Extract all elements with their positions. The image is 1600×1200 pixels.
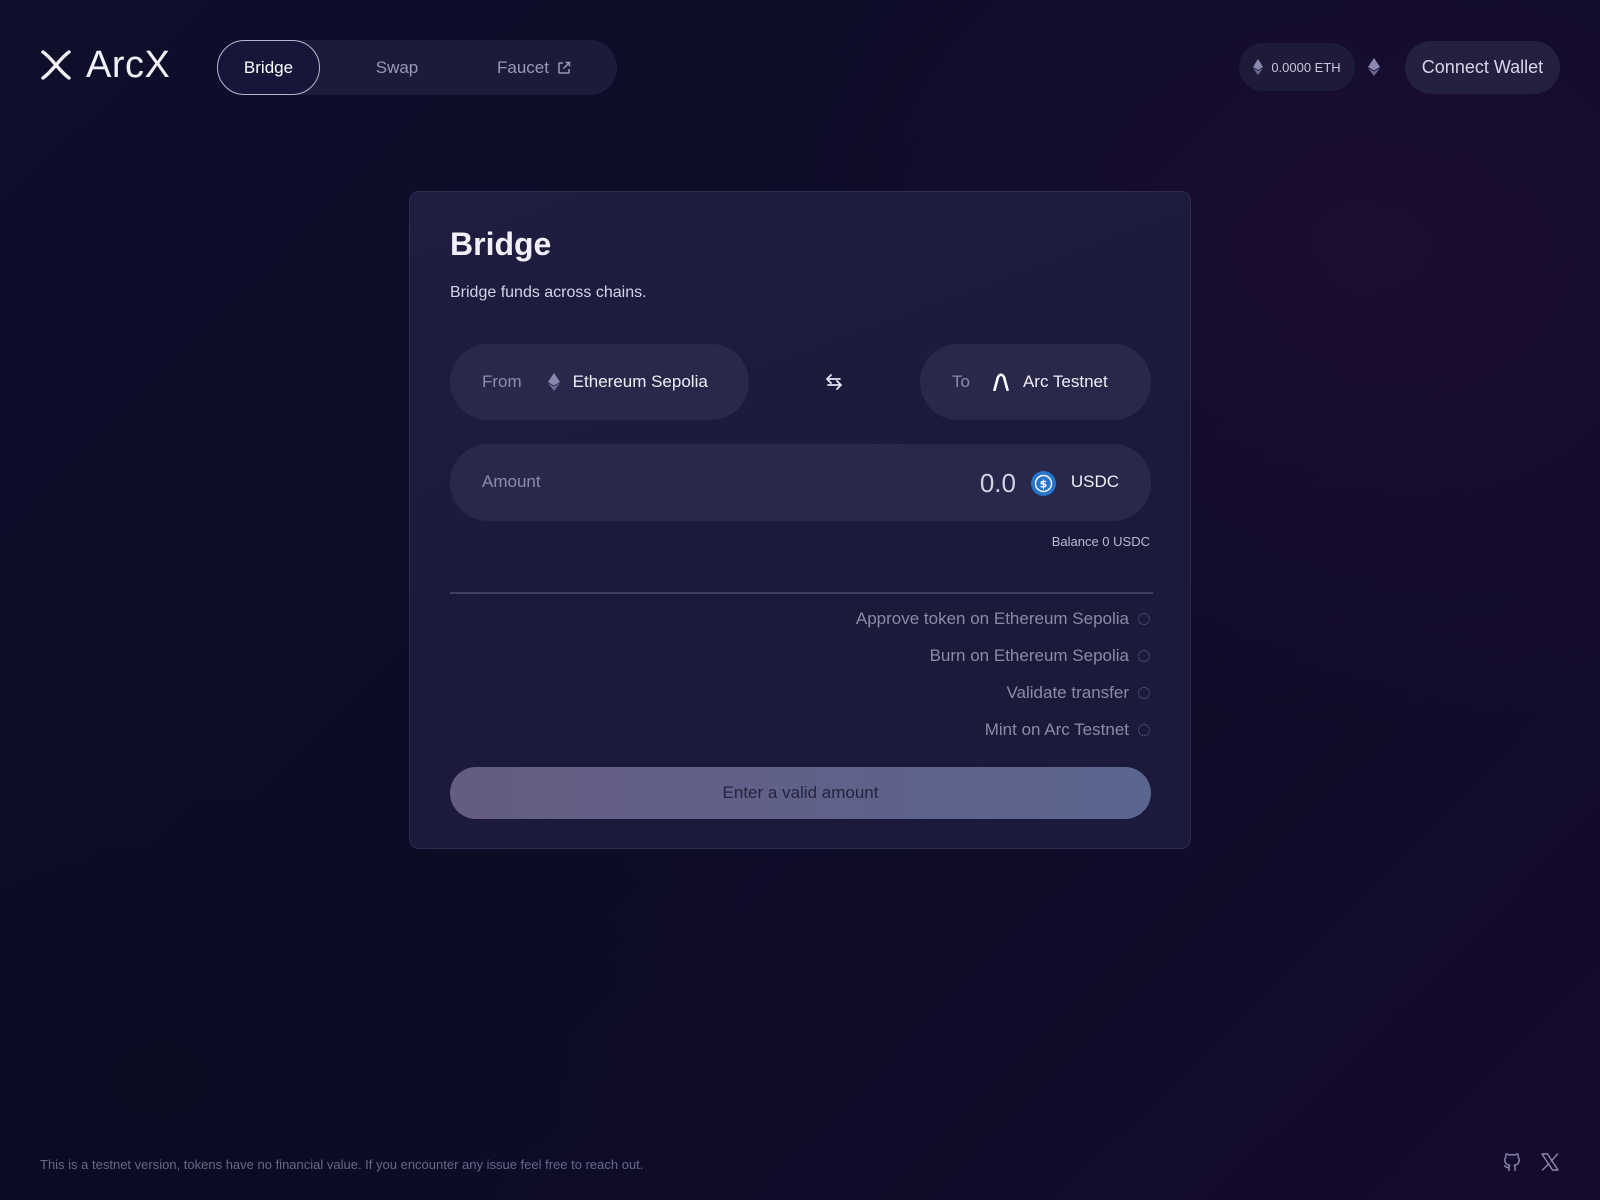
ethereum-icon — [1253, 59, 1264, 75]
ethereum-icon — [547, 373, 560, 391]
brand-logo[interactable]: ArcX — [40, 43, 171, 86]
tab-faucet-label: Faucet — [497, 57, 549, 77]
step-label: Approve token on Ethereum Sepolia — [855, 609, 1129, 628]
from-label: From — [482, 372, 522, 391]
pending-status-icon — [1138, 687, 1150, 699]
divider — [450, 592, 1153, 594]
from-chain-name: Ethereum Sepolia — [572, 372, 708, 391]
to-label: To — [952, 372, 970, 391]
step-approve: Approve token on Ethereum Sepolia — [856, 608, 1150, 630]
tab-swap-label: Swap — [375, 57, 419, 77]
usdc-icon: $ — [1031, 471, 1056, 496]
step-mint: Mint on Arc Testnet — [985, 719, 1150, 741]
arc-icon — [993, 373, 1009, 391]
swap-direction-icon[interactable] — [824, 372, 844, 392]
page-title: Bridge — [450, 226, 552, 262]
network-ethereum-icon[interactable] — [1368, 58, 1380, 76]
step-label: Mint on Arc Testnet — [984, 720, 1129, 739]
step-label: Burn on Ethereum Sepolia — [929, 646, 1129, 665]
x-icon[interactable] — [1540, 1152, 1560, 1172]
github-icon[interactable] — [1502, 1152, 1522, 1172]
svg-text:$: $ — [1040, 478, 1048, 491]
header: ArcX Bridge Swap Faucet 0.0000 ETH Conne… — [40, 40, 1560, 95]
to-chain-selector[interactable]: To Arc Testnet — [920, 344, 1151, 420]
tab-faucet[interactable]: Faucet — [479, 40, 589, 95]
token-balance: Balance 0 USDC — [1051, 534, 1150, 549]
pending-status-icon — [1138, 724, 1150, 736]
external-link-icon — [558, 61, 571, 74]
step-burn: Burn on Ethereum Sepolia — [930, 645, 1150, 667]
amount-input[interactable] — [866, 464, 1016, 502]
pending-status-icon — [1138, 613, 1150, 625]
page-subtitle: Bridge funds across chains. — [450, 284, 647, 301]
step-label: Validate transfer — [1006, 683, 1129, 702]
token-selector[interactable]: USDC — [1071, 472, 1119, 492]
amount-label: Amount — [482, 472, 541, 491]
bridge-card: Bridge Bridge funds across chains. From … — [409, 191, 1191, 849]
tab-bridge-label: Bridge — [243, 57, 294, 77]
step-validate: Validate transfer — [1006, 682, 1150, 704]
main-nav: Bridge Swap Faucet — [217, 40, 617, 95]
tab-swap[interactable]: Swap — [347, 40, 447, 95]
submit-bridge-button[interactable]: Enter a valid amount — [450, 767, 1151, 819]
eth-balance-value: 0.0000 ETH — [1271, 59, 1341, 75]
to-chain-name: Arc Testnet — [1022, 372, 1108, 391]
from-chain-selector[interactable]: From Ethereum Sepolia — [450, 344, 749, 420]
eth-balance-pill[interactable]: 0.0000 ETH — [1239, 43, 1355, 91]
pending-status-icon — [1138, 650, 1150, 662]
tab-bridge[interactable]: Bridge — [217, 40, 320, 95]
connect-wallet-button[interactable]: Connect Wallet — [1405, 41, 1560, 94]
footer-disclaimer: This is a testnet version, tokens have n… — [40, 1157, 644, 1172]
arcx-logo-icon — [41, 50, 71, 80]
amount-field: Amount $ USDC — [450, 444, 1151, 521]
footer-social-links — [1484, 1152, 1560, 1172]
brand-name: ArcX — [86, 43, 171, 86]
